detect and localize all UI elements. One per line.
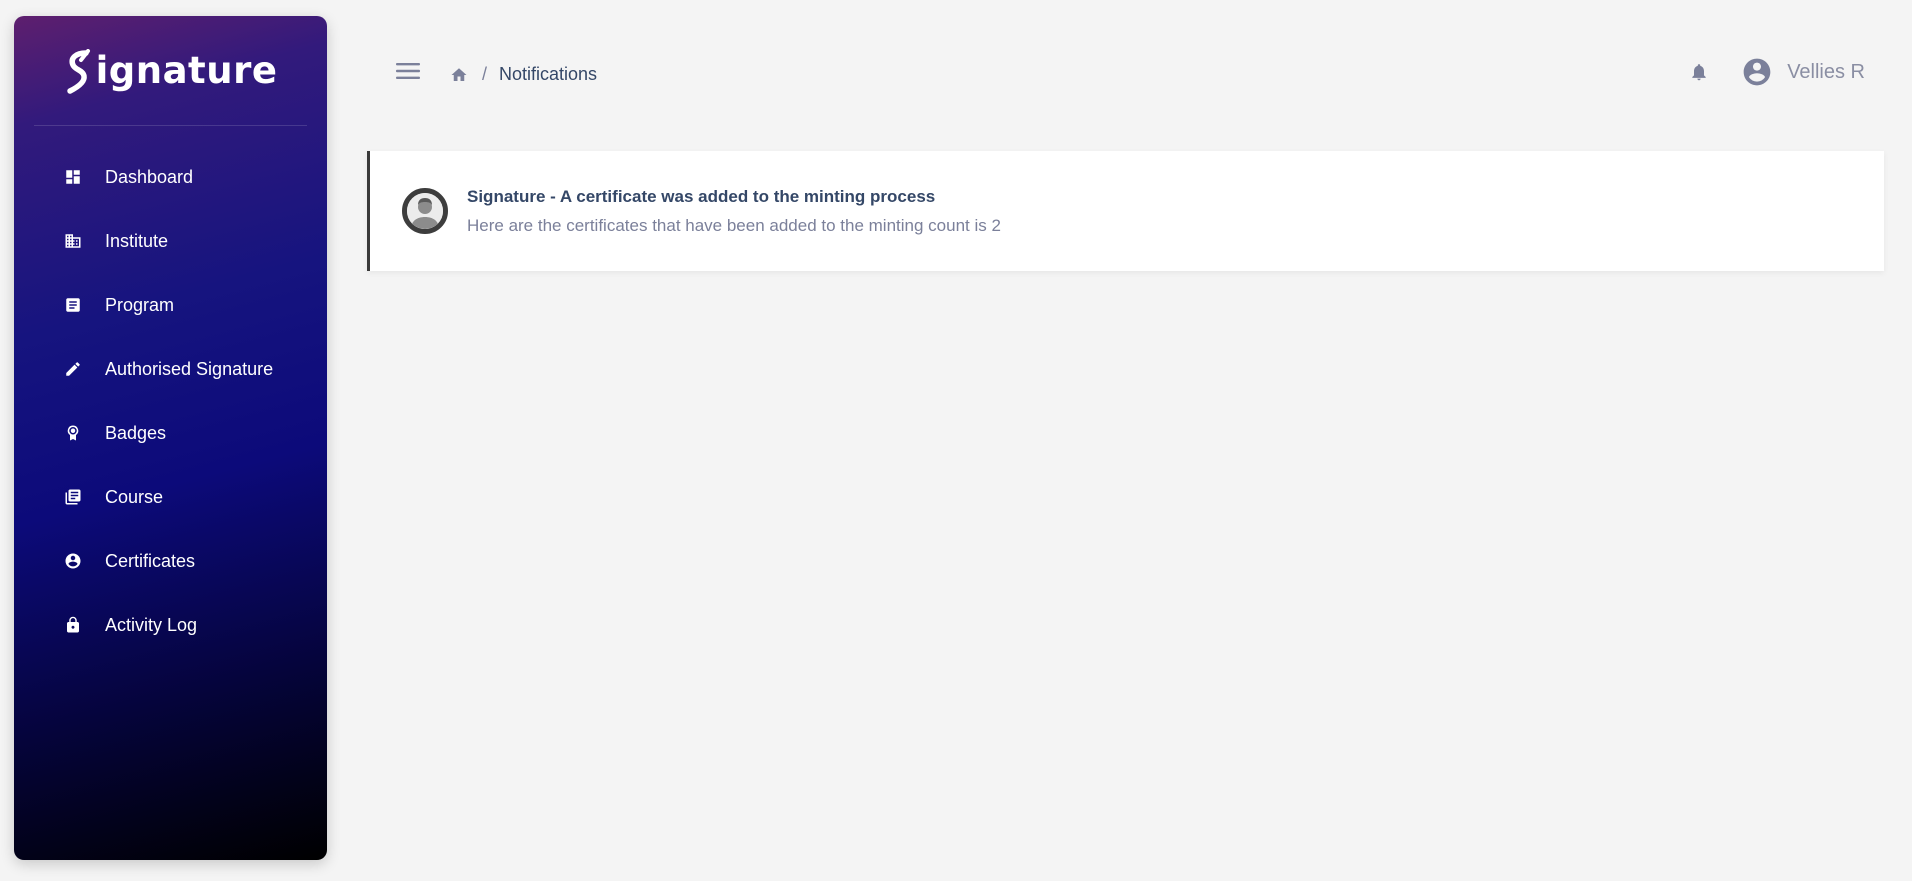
sidebar-item-institute[interactable]: Institute — [14, 209, 327, 273]
user-avatar-icon — [402, 188, 448, 234]
sidebar-item-authorised-signature[interactable]: Authorised Signature — [14, 337, 327, 401]
sidebar-item-label: Institute — [105, 230, 169, 251]
sidebar-item-label: Authorised Signature — [105, 358, 274, 379]
sidebar-item-activity-log[interactable]: Activity Log — [14, 593, 327, 657]
sidebar-item-label: Certificates — [105, 550, 196, 571]
dashboard-icon — [64, 168, 82, 186]
top-navbar: / Notifications Vellies R — [390, 50, 1912, 100]
notification-body: Here are the certificates that have been… — [467, 215, 1001, 235]
badge-icon — [64, 424, 82, 442]
sidebar-nav: Dashboard Institute Program Authorised S… — [14, 145, 327, 657]
lock-icon — [64, 616, 82, 634]
sidebar-item-certificates[interactable]: Certificates — [14, 529, 327, 593]
sidebar-item-label: Program — [105, 294, 175, 315]
brand: ignature — [34, 16, 307, 126]
notification-item[interactable]: Signature - A certificate was added to t… — [367, 151, 1884, 271]
sidebar-item-program[interactable]: Program — [14, 273, 327, 337]
document-icon — [64, 296, 82, 314]
notification-title: Signature - A certificate was added to t… — [467, 186, 936, 206]
sidebar-item-course[interactable]: Course — [14, 465, 327, 529]
hamburger-menu-icon[interactable] — [395, 60, 421, 82]
account-circle-icon — [1741, 56, 1773, 88]
breadcrumb-separator: / — [482, 64, 488, 84]
sidebar-item-label: Activity Log — [105, 614, 198, 635]
sidebar: ignature Dashboard Institute Program Aut… — [14, 16, 327, 860]
building-icon — [64, 232, 82, 250]
sidebar-item-badges[interactable]: Badges — [14, 401, 327, 465]
brand-logo[interactable]: ignature — [64, 47, 278, 95]
brand-name: ignature — [95, 49, 278, 92]
breadcrumb: / Notifications — [450, 64, 597, 85]
pencil-icon — [64, 360, 82, 378]
account-circle-icon — [64, 552, 82, 570]
sidebar-item-label: Course — [105, 486, 164, 507]
user-name: Vellies R — [1787, 60, 1865, 83]
top-right-actions: Vellies R — [1689, 56, 1865, 88]
user-menu[interactable]: Vellies R — [1741, 56, 1865, 88]
sidebar-item-label: Badges — [105, 422, 167, 443]
home-icon[interactable] — [450, 66, 468, 84]
sidebar-item-dashboard[interactable]: Dashboard — [14, 145, 327, 209]
library-books-icon — [64, 488, 82, 506]
bell-icon[interactable] — [1689, 62, 1709, 82]
breadcrumb-current: Notifications — [499, 64, 598, 84]
sidebar-item-label: Dashboard — [105, 166, 194, 187]
signature-logo-icon — [66, 48, 90, 94]
notification-text: Signature - A certificate was added to t… — [467, 187, 1001, 236]
